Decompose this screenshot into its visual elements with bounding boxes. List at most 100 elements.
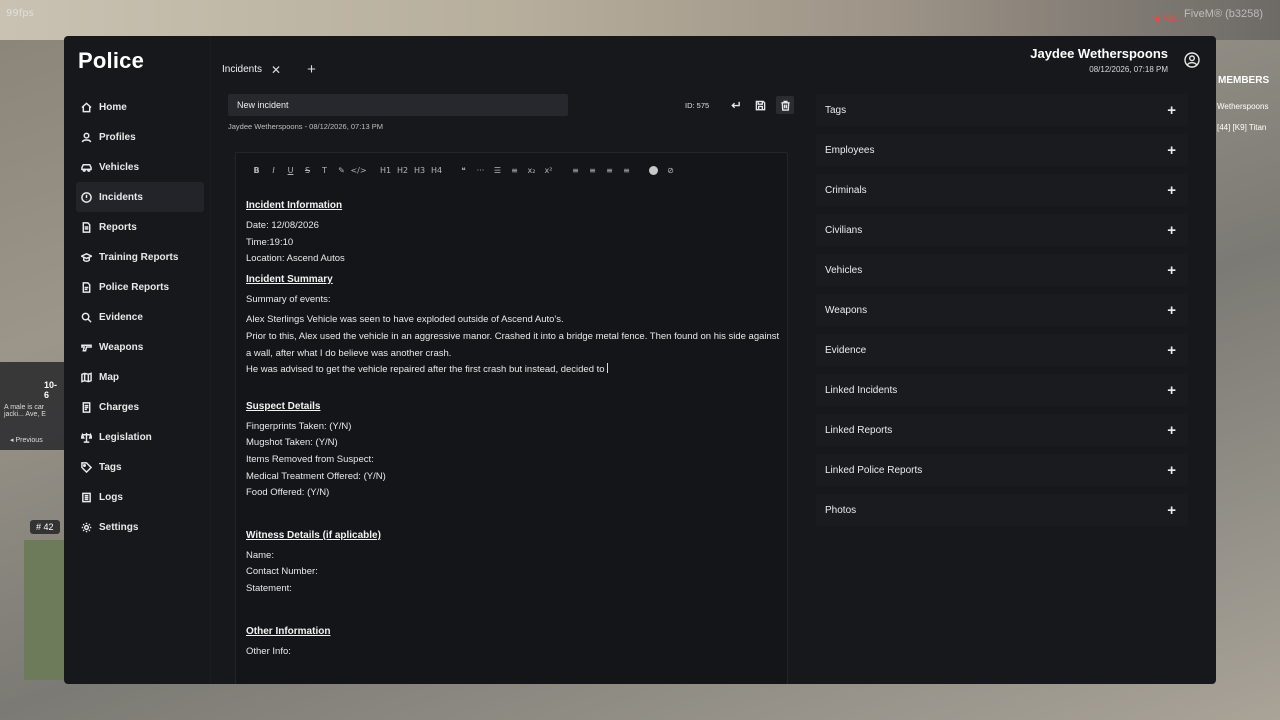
section-linked-reports[interactable]: Linked Reports + [816, 414, 1188, 446]
save-icon [755, 100, 765, 110]
no-format-icon[interactable]: ⊘ [662, 166, 679, 175]
heading4-button[interactable]: H4 [428, 166, 445, 175]
code-button[interactable]: </> [350, 166, 367, 175]
sidebar-item-evidence[interactable]: Evidence [78, 302, 206, 332]
clear-format-button[interactable]: T [316, 166, 333, 175]
dispatch-previous: ◂ Previous [10, 437, 43, 444]
sidebar-item-label: Reports [99, 221, 137, 233]
sidebar-item-label: Home [99, 101, 127, 113]
tab-label: Incidents [222, 64, 263, 75]
sidebar-item-home[interactable]: Home [78, 92, 206, 122]
add-icon[interactable]: + [1167, 423, 1176, 438]
sidebar-item-tags[interactable]: Tags [78, 452, 206, 482]
align-center-button[interactable]: ≡ [584, 166, 601, 175]
add-icon[interactable]: + [1167, 463, 1176, 478]
close-icon[interactable]: ✕ [271, 63, 281, 77]
sidebar-item-label: Incidents [99, 191, 143, 203]
sidebar-item-settings[interactable]: Settings [78, 512, 206, 542]
member-entry: Wetherspoons [1217, 102, 1269, 111]
doc-line-editing: He was advised to get the vehicle repair… [246, 362, 781, 379]
rec-indicator: ● REC [1155, 14, 1180, 23]
members-label: MEMBERS [1218, 75, 1270, 86]
doc-line: Summary of events: [246, 293, 331, 305]
add-icon[interactable]: + [1167, 343, 1176, 358]
heading3-button[interactable]: H3 [411, 166, 428, 175]
editor-toolbar: B I U S T ✎ </> H1 H2 H3 H4 ❝ ··· ☰ ≡ x₂… [248, 163, 679, 177]
scale-icon [80, 431, 92, 443]
editor-content[interactable]: Incident Information Date: 12/08/2026 Ti… [246, 198, 781, 660]
section-employees[interactable]: Employees + [816, 134, 1188, 166]
section-heading: Incident Summary [246, 273, 333, 285]
tab-incidents[interactable]: Incidents ✕ [222, 63, 281, 77]
add-icon[interactable]: + [1167, 183, 1176, 198]
sidebar-item-label: Charges [99, 401, 140, 413]
bold-button[interactable]: B [248, 166, 265, 175]
doc-line: Alex Sterlings Vehicle was seen to have … [246, 314, 564, 326]
linked-items-panel: Tags + Employees + Criminals + Civilians + V… [816, 94, 1188, 534]
add-icon[interactable]: + [1167, 383, 1176, 398]
sidebar-item-weapons[interactable]: Weapons [78, 332, 206, 362]
add-icon[interactable]: + [1167, 503, 1176, 518]
sidebar-item-vehicles[interactable]: Vehicles [78, 152, 206, 182]
account-icon[interactable] [1184, 52, 1200, 68]
sidebar-item-legislation[interactable]: Legislation [78, 422, 206, 452]
delete-button[interactable] [776, 96, 794, 114]
add-icon[interactable]: + [1167, 223, 1176, 238]
dispatch-card: 10-6 A male is car jacki... Ave, E ◂ Pre… [0, 362, 64, 450]
incident-editor[interactable]: B I U S T ✎ </> H1 H2 H3 H4 ❝ ··· ☰ ≡ x₂… [235, 152, 788, 684]
doc-line: Food Offered: (Y/N) [246, 487, 330, 499]
doc-line: Medical Treatment Offered: (Y/N) [246, 470, 386, 482]
sidebar-item-label: Profiles [99, 131, 136, 143]
add-icon[interactable]: + [1167, 303, 1176, 318]
fps-counter: 99fps [6, 8, 34, 19]
sidebar-item-label: Settings [99, 521, 139, 533]
add-icon[interactable]: + [1167, 143, 1176, 158]
align-left-button[interactable]: ≡ [567, 166, 584, 175]
section-linked-police-reports[interactable]: Linked Police Reports + [816, 454, 1188, 486]
quote-button[interactable]: ❝ [455, 166, 472, 175]
highlight-button[interactable]: ✎ [333, 166, 350, 175]
subscript-button[interactable]: x₂ [523, 166, 540, 175]
unit-badge: # 42 [30, 520, 60, 534]
undo-button[interactable] [726, 96, 744, 114]
sidebar-item-charges[interactable]: Charges [78, 392, 206, 422]
doc-line: Prior to this, Alex used the vehicle in … [246, 330, 780, 359]
add-icon[interactable]: + [1167, 263, 1176, 278]
sidebar-item-profiles[interactable]: Profiles [78, 122, 206, 152]
app-title: Police [78, 48, 145, 73]
bullet-list-button[interactable]: ☰ [489, 166, 506, 175]
add-icon[interactable]: + [1167, 103, 1176, 118]
section-linked-incidents[interactable]: Linked Incidents + [816, 374, 1188, 406]
align-right-button[interactable]: ≡ [601, 166, 618, 175]
color-picker-button[interactable] [649, 165, 658, 175]
doc-line: Contact Number: [246, 566, 318, 578]
section-evidence[interactable]: Evidence + [816, 334, 1188, 366]
save-button[interactable] [751, 96, 769, 114]
italic-button[interactable]: I [265, 166, 282, 175]
superscript-button[interactable]: x² [540, 166, 557, 175]
section-civilians[interactable]: Civilians + [816, 214, 1188, 246]
ordered-list-button[interactable]: ≡ [506, 166, 523, 175]
heading2-button[interactable]: H2 [394, 166, 411, 175]
heading1-button[interactable]: H1 [377, 166, 394, 175]
section-vehicles[interactable]: Vehicles + [816, 254, 1188, 286]
sidebar-item-label: Tags [99, 461, 122, 473]
section-tags[interactable]: Tags + [816, 94, 1188, 126]
section-weapons[interactable]: Weapons + [816, 294, 1188, 326]
sidebar-item-incidents[interactable]: Incidents [76, 182, 204, 212]
sidebar-item-logs[interactable]: Logs [78, 482, 206, 512]
incident-title-input[interactable] [228, 94, 568, 116]
sidebar-item-reports[interactable]: Reports [78, 212, 206, 242]
strikethrough-button[interactable]: S [299, 166, 316, 175]
sidebar-item-map[interactable]: Map [78, 362, 206, 392]
underline-button[interactable]: U [282, 166, 299, 175]
align-justify-button[interactable]: ≡ [618, 166, 635, 175]
sidebar-item-police-reports[interactable]: Police Reports [78, 272, 206, 302]
section-photos[interactable]: Photos + [816, 494, 1188, 526]
add-tab-button[interactable]: + [307, 62, 316, 77]
text-cursor [606, 363, 608, 374]
sidebar-item-training-reports[interactable]: Training Reports [78, 242, 206, 272]
gun-icon [80, 341, 92, 353]
section-criminals[interactable]: Criminals + [816, 174, 1188, 206]
divider-button[interactable]: ··· [472, 166, 489, 175]
